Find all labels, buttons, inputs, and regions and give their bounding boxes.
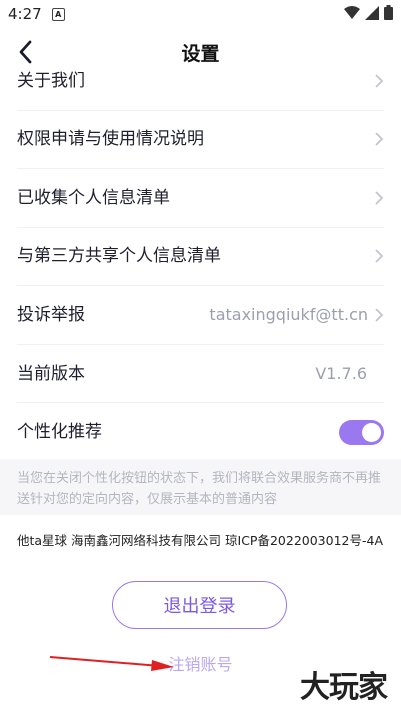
status-time: 4:27 [8, 5, 42, 23]
settings-row-permissions[interactable]: 权限申请与使用情况说明 [0, 110, 401, 168]
settings-row-complaint[interactable]: 投诉举报 tataxingqiukf@tt.cn [0, 286, 401, 344]
status-bar: 4:27 A [0, 0, 401, 28]
wifi-icon [344, 5, 360, 19]
chevron-right-icon [375, 74, 384, 88]
annotation-arrow-icon [49, 656, 174, 671]
page-title-overlay: 设置 [181, 43, 220, 65]
notice-text: 当您在关闭个性化按钮的状态下，我们将联合效果服务商不再推送针对您的定向内容，仅展… [17, 471, 382, 507]
settings-row-collected-info[interactable]: 已收集个人信息清单 [0, 169, 401, 227]
version-value: V1.7.6 [315, 364, 367, 383]
signal-icon [365, 5, 379, 20]
row-label: 与第三方共享个人信息清单 [17, 246, 221, 266]
settings-row-version: 当前版本 V1.7.6 [0, 345, 401, 403]
notification-app-icon: A [51, 7, 65, 21]
personalization-toggle[interactable] [339, 420, 384, 445]
chevron-right-icon [375, 191, 384, 205]
row-label: 个性化推荐 [17, 422, 102, 442]
watermark-logo: 大玩家 [300, 670, 388, 705]
company-info: 他ta星球 海南鑫河网络科技有限公司 琼ICP备2022003012号-4A [17, 533, 384, 548]
settings-row-third-party[interactable]: 与第三方共享个人信息清单 [0, 227, 401, 285]
chevron-right-icon [375, 308, 384, 322]
battery-icon [384, 5, 393, 20]
row-label: 当前版本 [17, 364, 85, 384]
row-label: 已收集个人信息清单 [17, 188, 170, 208]
chevron-right-icon [375, 132, 384, 146]
status-icons [344, 5, 393, 20]
row-label: 权限申请与使用情况说明 [17, 129, 204, 149]
settings-row-personalization: 个性化推荐 [0, 403, 401, 461]
toggle-knob [362, 423, 381, 442]
personalization-notice: 当您在关闭个性化按钮的状态下，我们将联合效果服务商不再推送针对您的定向内容，仅展… [0, 459, 401, 515]
complaint-email: tataxingqiukf@tt.cn [209, 305, 368, 324]
logout-button[interactable]: 退出登录 [112, 581, 287, 629]
chevron-right-icon [375, 249, 384, 263]
row-label: 投诉举报 [17, 305, 85, 325]
